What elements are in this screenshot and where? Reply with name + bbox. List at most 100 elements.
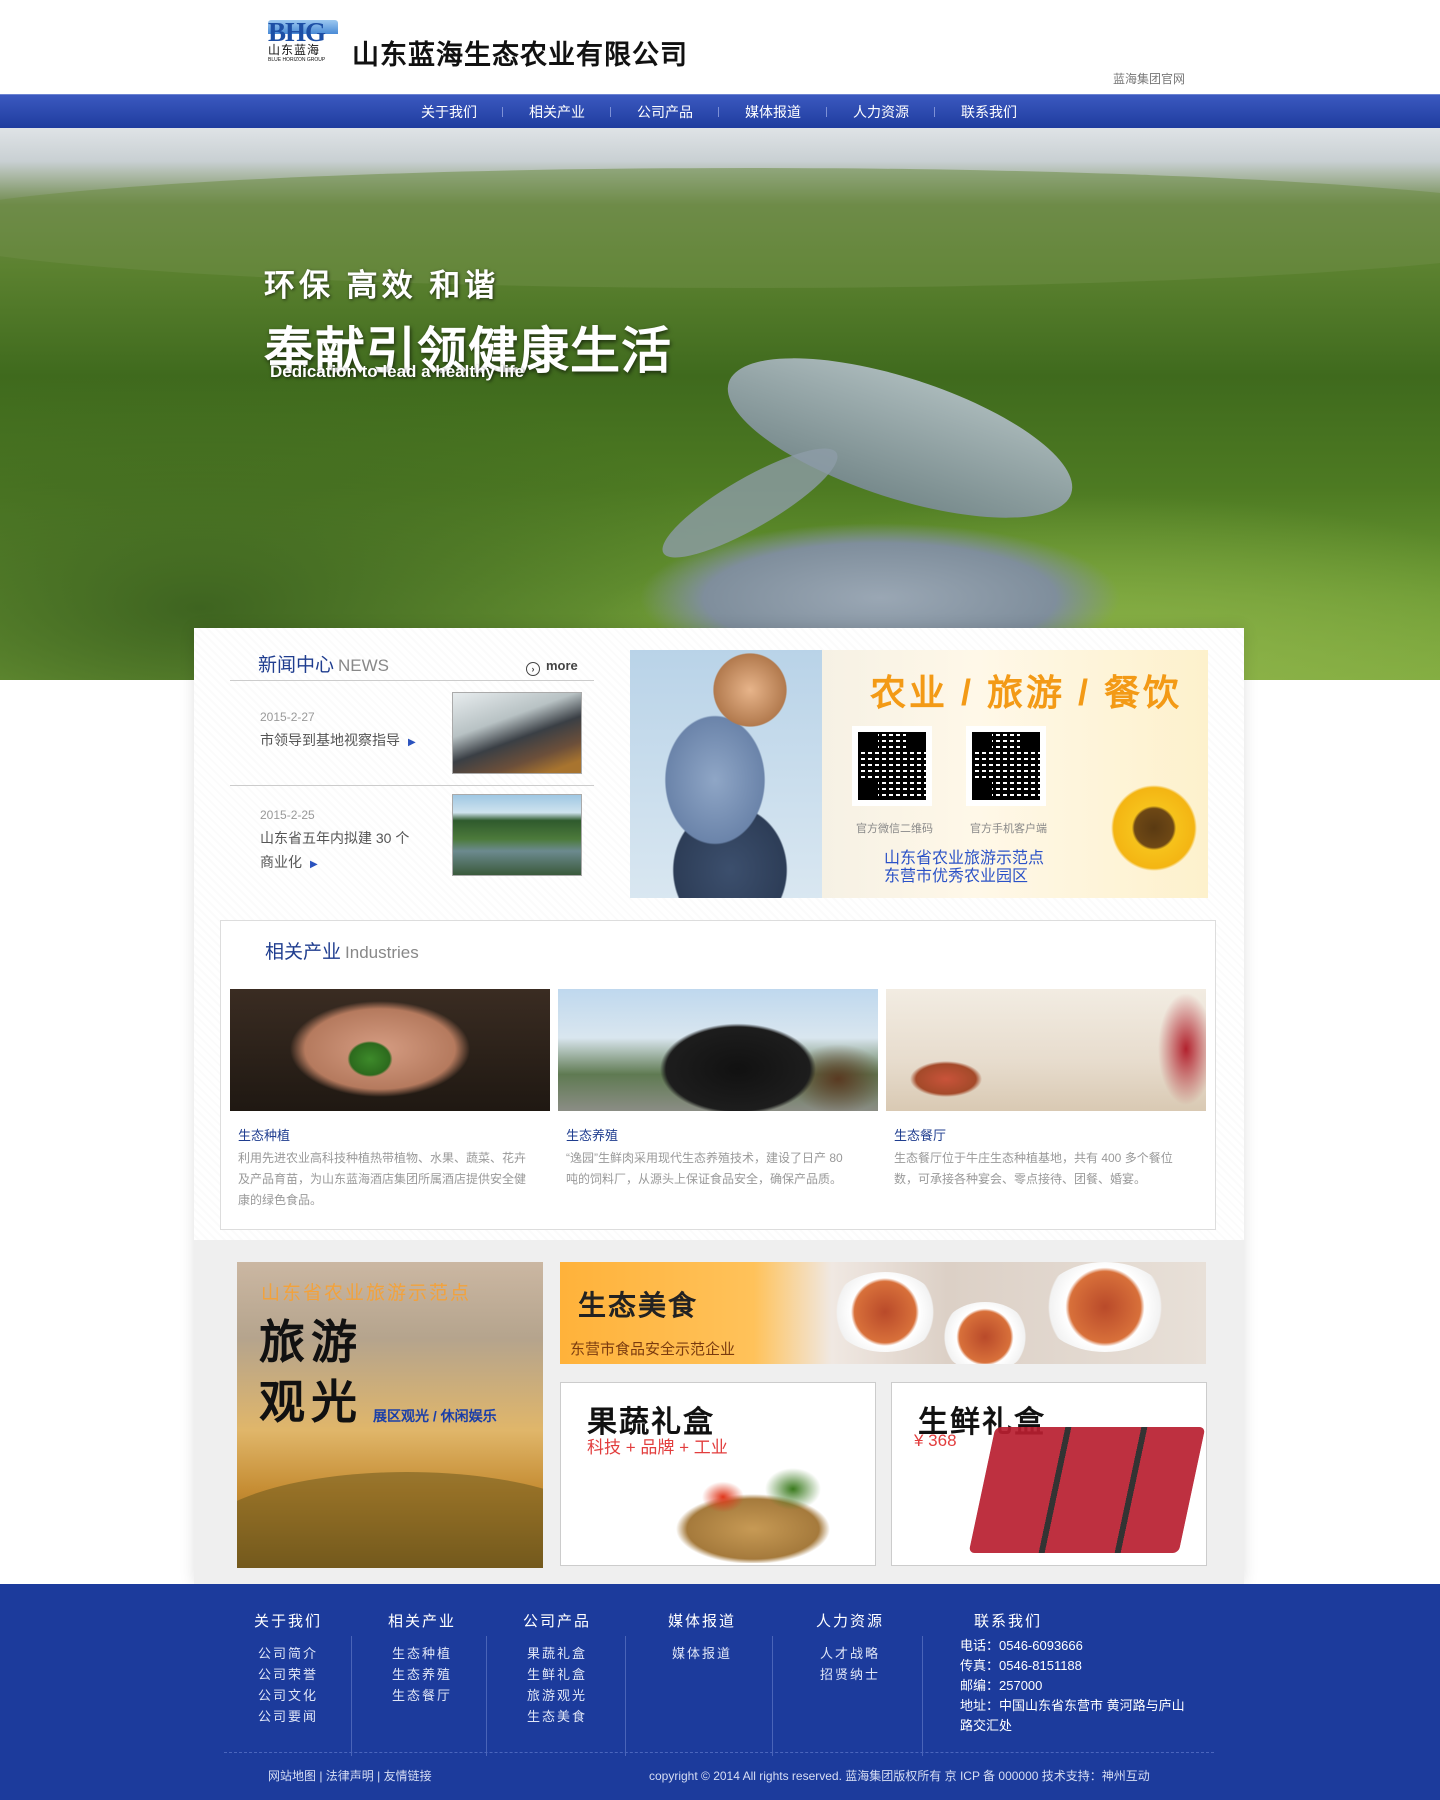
footer-separator (351, 1636, 352, 1756)
industry-image[interactable] (886, 989, 1206, 1111)
nav-item-contact[interactable]: 联系我们 (935, 95, 1043, 129)
banner-slogan: 环保 高效 和谐 (264, 268, 500, 303)
meat-tray-image (968, 1427, 1206, 1553)
promo-sub-line2: 东营市优秀农业园区 (884, 868, 1029, 885)
industry-image[interactable] (230, 989, 550, 1111)
news-section-title: 新闻中心 NEWS (258, 650, 389, 677)
footer-col-heading[interactable]: 相关产业 (388, 1610, 456, 1631)
footer-link[interactable]: 旅游观光 (527, 1685, 591, 1706)
footer-link[interactable]: 果蔬礼盒 (527, 1643, 591, 1664)
news-thumbnail[interactable] (452, 794, 582, 876)
news-date: 2015-2-27 (260, 710, 315, 724)
footer-link[interactable]: 公司要闻 (258, 1706, 322, 1727)
industries-section: 相关产业 Industries 生态种植 利用先进农业高科技种植热带植物、水果、蔬… (220, 920, 1216, 1230)
nav-item-products[interactable]: 公司产品 (611, 95, 719, 129)
industry-description: 生态餐厅位于牛庄生态种植基地，共有 400 多个餐位数，可承接各种宴会、零点接待… (894, 1151, 1173, 1186)
news-headline[interactable]: 市领导到基地视察指导 ▶ (260, 728, 420, 755)
footer-dashed-divider (224, 1752, 1214, 1753)
main-content: 新闻中心 NEWS › more 2015-2-27 市领导到基地视察指导 ▶ 201… (194, 628, 1244, 1584)
sunflower-image (1108, 782, 1200, 874)
footer-link[interactable]: 招贤纳士 (820, 1664, 884, 1685)
footer-separator (625, 1636, 626, 1756)
footer-link[interactable]: 媒体报道 (672, 1643, 736, 1664)
gift-box-vegetables[interactable]: 果蔬礼盒 科技 + 品牌 + 工业 (560, 1382, 876, 1566)
news-item[interactable]: 2015-2-25 山东省五年内拟建 30 个商业化 ▶ (230, 786, 594, 890)
arrow-right-icon: ▶ (310, 859, 318, 870)
footer-col-heading[interactable]: 媒体报道 (668, 1610, 736, 1631)
contact-phone: 电话：0546-6093666 (960, 1638, 1083, 1653)
company-logo[interactable]: BHG 山东蓝海 BLUE HORIZON GROUP (268, 19, 338, 80)
nav-item-hr[interactable]: 人力资源 (827, 95, 935, 129)
logo-cn-text: 山东蓝海 (268, 43, 321, 57)
banner-hill (0, 168, 1440, 288)
tour-promo[interactable]: 山东省农业旅游示范点 旅游 观光 展区观光 / 休闲娱乐 (237, 1262, 543, 1568)
dish-image (830, 1272, 940, 1352)
hero-banner: 环保 高效 和谐 奉献引领健康生活 Dedication to lead a h… (0, 128, 1440, 680)
footer-link[interactable]: 生态餐厅 (392, 1685, 456, 1706)
gift-tagline: 科技 + 品牌 + 工业 (587, 1438, 728, 1457)
industries-title-en: Industries (345, 943, 419, 962)
footer-col-heading[interactable]: 联系我们 (974, 1610, 1042, 1631)
footer-col-contact: 联系我们 (974, 1610, 1042, 1631)
news-more-label: more (546, 658, 578, 673)
app-qr-code (966, 726, 1046, 806)
qr-caption-app: 官方手机客户端 (970, 823, 1047, 835)
footer-link[interactable]: 人才战略 (820, 1643, 884, 1664)
footer-col-heading[interactable]: 人力资源 (816, 1610, 884, 1631)
nav-item-industries[interactable]: 相关产业 (503, 95, 611, 129)
news-headline-text: 山东省五年内拟建 30 个商业化 (260, 830, 410, 870)
news-headline-text: 市领导到基地视察指导 (260, 732, 400, 748)
footer-link[interactable]: 生态种植 (392, 1643, 456, 1664)
tour-subtitle: 展区观光 / 休闲娱乐 (373, 1408, 497, 1424)
footer-link[interactable]: 公司文化 (258, 1685, 322, 1706)
industry-name[interactable]: 生态种植 (238, 1125, 550, 1144)
food-promo[interactable]: 生态美食 东营市食品安全示范企业 (560, 1262, 1206, 1364)
more-arrow-icon: › (526, 662, 540, 676)
footer-bottom-links[interactable]: 网站地图 | 法律声明 | 友情链接 (268, 1767, 432, 1784)
news-title-cn: 新闻中心 (258, 655, 335, 676)
banner-river-bend (650, 431, 850, 575)
industry-card-restaurant[interactable]: 生态餐厅 生态餐厅位于牛庄生态种植基地，共有 400 多个餐位数，可承接各种宴会… (886, 989, 1206, 1190)
industry-card-breeding[interactable]: 生态养殖 “逸园”生鲜肉采用现代生态养殖技术，建设了日产 80 吨的饲料厂，从源… (558, 989, 878, 1190)
contact-address: 地址：中国山东省东营市 黄河路与庐山路交汇处 (960, 1698, 1185, 1733)
news-item[interactable]: 2015-2-27 市领导到基地视察指导 ▶ (230, 682, 594, 786)
news-title-en: NEWS (338, 656, 390, 675)
footer-col-products: 公司产品 果蔬礼盒 生鲜礼盒 旅游观光 生态美食 (523, 1610, 591, 1727)
promo-title: 农业 / 旅游 / 餐饮 (870, 672, 1183, 713)
vegetable-basket-image (643, 1459, 863, 1563)
news-thumbnail[interactable] (452, 692, 582, 774)
gift-box-fresh-meat[interactable]: 生鲜礼盒 ¥ 368 (891, 1382, 1207, 1566)
industry-name[interactable]: 生态养殖 (566, 1125, 878, 1144)
food-subtitle: 东营市食品安全示范企业 (570, 1341, 736, 1358)
news-headline[interactable]: 山东省五年内拟建 30 个商业化 ▶ (260, 826, 420, 877)
company-name: 山东蓝海生态农业有限公司 (352, 40, 688, 70)
promo-banner[interactable]: 农业 / 旅游 / 餐饮 官方微信二维码 官方手机客户端 山东省农业旅游示范点 … (630, 650, 1208, 898)
logo-en-text: BLUE HORIZON GROUP (268, 57, 326, 63)
tour-label: 山东省农业旅游示范点 (261, 1283, 472, 1304)
news-more-link[interactable]: › more (526, 658, 578, 676)
footer-link[interactable]: 生态美食 (527, 1706, 591, 1727)
industry-card-planting[interactable]: 生态种植 利用先进农业高科技种植热带植物、水果、蔬菜、花卉及产品育苗，为山东蓝海… (230, 989, 550, 1211)
footer-link[interactable]: 公司简介 (258, 1643, 322, 1664)
footer-link[interactable]: 公司荣誉 (258, 1664, 322, 1685)
dish-image (940, 1302, 1030, 1364)
footer-col-heading[interactable]: 公司产品 (523, 1610, 591, 1631)
footer-link[interactable]: 生态养殖 (392, 1664, 456, 1685)
promo-photo-people (630, 650, 822, 898)
industry-image[interactable] (558, 989, 878, 1111)
nav-item-about[interactable]: 关于我们 (395, 95, 503, 129)
footer-link[interactable]: 生鲜礼盒 (527, 1664, 591, 1685)
industry-description: “逸园”生鲜肉采用现代生态养殖技术，建设了日产 80 吨的饲料厂，从源头上保证食… (566, 1151, 843, 1186)
main-nav: 关于我们 相关产业 公司产品 媒体报道 人力资源 联系我们 (0, 94, 1440, 128)
industries-title-cn: 相关产业 (265, 942, 342, 963)
dish-image (1040, 1262, 1170, 1352)
footer-col-industries: 相关产业 生态种植 生态养殖 生态餐厅 (388, 1610, 456, 1706)
news-divider (230, 680, 594, 681)
industry-name[interactable]: 生态餐厅 (894, 1125, 1206, 1144)
nav-item-media[interactable]: 媒体报道 (719, 95, 827, 129)
tour-heading-line2: 观光 (259, 1376, 363, 1428)
contact-fax: 传真：0546-8151188 (960, 1658, 1082, 1673)
footer-col-heading[interactable]: 关于我们 (254, 1610, 322, 1631)
footer-separator (486, 1636, 487, 1756)
group-site-link[interactable]: 蓝海集团官网 (1113, 70, 1185, 87)
